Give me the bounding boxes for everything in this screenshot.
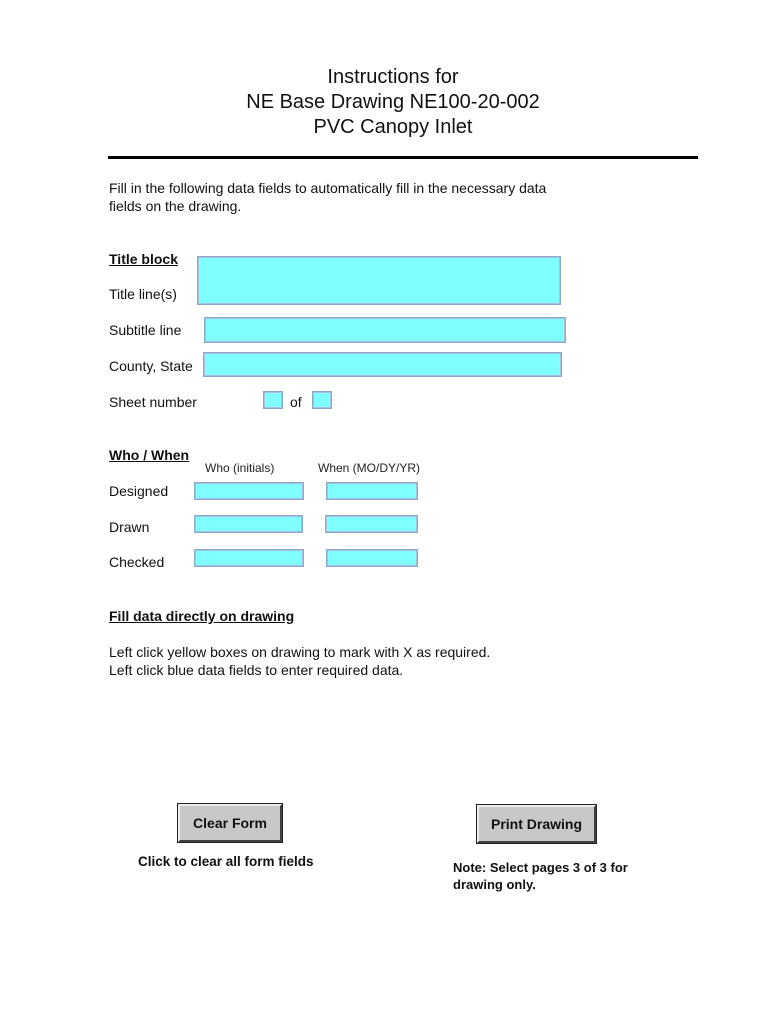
checked-when-field[interactable]: [326, 549, 418, 567]
checked-who-field[interactable]: [194, 549, 304, 567]
when-column-header: When (MO/DY/YR): [318, 461, 421, 475]
sheet-number-label: Sheet number: [109, 394, 197, 410]
designed-who-field[interactable]: [194, 482, 304, 500]
document-title-line-1: Instructions for: [327, 66, 459, 88]
sheet-of-label: of: [290, 394, 302, 410]
intro-line-2: fields on the drawing.: [109, 198, 242, 214]
who-column-header: Who (initials): [205, 461, 275, 475]
sheet-total-field[interactable]: [312, 391, 332, 409]
fill-direct-line-2: Left click blue data fields to enter req…: [109, 662, 404, 678]
designed-when-field[interactable]: [326, 482, 418, 500]
sheet-number-field[interactable]: [263, 391, 283, 409]
who-when-heading: Who / When: [109, 447, 190, 463]
drawn-label: Drawn: [109, 519, 150, 535]
intro-line-1: Fill in the following data fields to aut…: [109, 180, 547, 196]
title-lines-field[interactable]: [197, 256, 561, 305]
header-divider: [108, 156, 698, 159]
document-title-line-2: NE Base Drawing NE100-20-002: [246, 91, 540, 113]
fill-direct-heading: Fill data directly on drawing: [109, 608, 295, 624]
print-note-line-2: drawing only.: [453, 877, 536, 892]
county-state-label: County, State: [109, 358, 193, 374]
print-drawing-button[interactable]: Print Drawing: [476, 804, 597, 844]
clear-form-button[interactable]: Clear Form: [177, 803, 283, 843]
designed-label: Designed: [109, 483, 169, 499]
subtitle-line-label: Subtitle line: [109, 322, 182, 338]
subtitle-line-field[interactable]: [204, 317, 566, 343]
title-block-heading: Title block: [109, 251, 178, 267]
drawn-when-field[interactable]: [325, 515, 418, 533]
print-note-line-1: Note: Select pages 3 of 3 for: [453, 860, 628, 875]
document-title-line-3: PVC Canopy Inlet: [313, 116, 473, 138]
checked-label: Checked: [109, 554, 165, 570]
title-lines-label: Title line(s): [109, 286, 177, 302]
county-state-field[interactable]: [203, 352, 562, 377]
clear-form-caption: Click to clear all form fields: [138, 854, 314, 869]
fill-direct-line-1: Left click yellow boxes on drawing to ma…: [109, 644, 491, 660]
drawn-who-field[interactable]: [194, 515, 303, 533]
